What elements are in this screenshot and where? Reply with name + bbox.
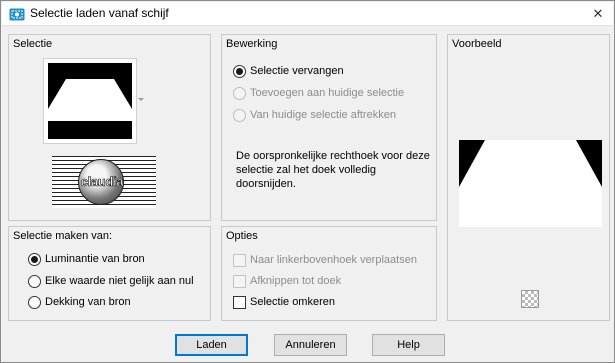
group-bewerking: Bewerking Selectie vervangen Toevoegen a… bbox=[221, 34, 437, 221]
dialog-window: Selectie laden vanaf schijf ✕ Selectie c… bbox=[0, 0, 615, 363]
checkbox[interactable] bbox=[233, 274, 246, 288]
checkbox-selectie-omkeren[interactable]: Selectie omkeren bbox=[233, 294, 335, 310]
radio-luminantie[interactable]: Luminantie van bron bbox=[28, 251, 145, 267]
checkbox-label: Afknippen tot doek bbox=[250, 275, 342, 287]
radio-button[interactable] bbox=[28, 252, 41, 266]
radio-label: Luminantie van bron bbox=[45, 253, 145, 265]
checkbox[interactable] bbox=[233, 295, 246, 309]
radio-button[interactable] bbox=[233, 108, 246, 122]
help-button[interactable]: Help bbox=[372, 334, 445, 356]
group-title-selectie: Selectie bbox=[13, 38, 53, 50]
group-title-maken-van: Selectie maken van: bbox=[13, 230, 113, 242]
preview-canvas bbox=[459, 140, 602, 227]
operation-description: De oorspronkelijke rechthoek voor deze s… bbox=[236, 150, 430, 190]
preview-shape bbox=[459, 140, 602, 187]
radio-button[interactable] bbox=[28, 274, 41, 288]
group-title-voorbeeld: Voorbeeld bbox=[452, 38, 502, 50]
load-button[interactable]: Laden bbox=[175, 334, 248, 356]
group-opties: Opties Naar linkerbovenhoek verplaatsen … bbox=[221, 226, 437, 321]
radio-label: Elke waarde niet gelijk aan nul bbox=[45, 275, 194, 287]
selection-preview-shape bbox=[48, 63, 132, 139]
radio-label: Selectie vervangen bbox=[250, 65, 344, 77]
radio-label: Toevoegen aan huidige selectie bbox=[250, 87, 405, 99]
radio-label: Dekking van bron bbox=[45, 296, 131, 308]
checkbox-afknippen[interactable]: Afknippen tot doek bbox=[233, 273, 341, 289]
group-selectie: Selectie claudia bbox=[8, 34, 211, 221]
radio-aftrekken[interactable]: Van huidige selectie aftrekken bbox=[233, 107, 396, 123]
radio-toevoegen[interactable]: Toevoegen aan huidige selectie bbox=[233, 85, 404, 101]
group-voorbeeld: Voorbeeld bbox=[447, 34, 610, 321]
claudia-logo-image: claudia bbox=[52, 156, 156, 208]
radio-button[interactable] bbox=[233, 64, 246, 78]
logo-circle: claudia bbox=[78, 159, 124, 205]
radio-dekking[interactable]: Dekking van bron bbox=[28, 294, 131, 310]
checkbox[interactable] bbox=[233, 253, 246, 267]
radio-elke-waarde[interactable]: Elke waarde niet gelijk aan nul bbox=[28, 273, 194, 289]
radio-button[interactable] bbox=[233, 86, 246, 100]
radio-label: Van huidige selectie aftrekken bbox=[250, 109, 396, 121]
radio-button[interactable] bbox=[28, 295, 41, 309]
cancel-button[interactable]: Annuleren bbox=[274, 334, 347, 356]
checker-icon[interactable] bbox=[521, 290, 539, 308]
group-selectie-maken-van: Selectie maken van: Luminantie van bron … bbox=[8, 226, 211, 321]
selection-thumbnail[interactable] bbox=[43, 58, 137, 144]
close-button[interactable]: ✕ bbox=[589, 6, 607, 22]
checkbox-label: Naar linkerbovenhoek verplaatsen bbox=[250, 254, 417, 266]
selection-load-icon bbox=[9, 8, 25, 21]
checkbox-linkerbovenhoek[interactable]: Naar linkerbovenhoek verplaatsen bbox=[233, 252, 417, 268]
checkbox-label: Selectie omkeren bbox=[250, 296, 335, 308]
radio-selectie-vervangen[interactable]: Selectie vervangen bbox=[233, 63, 344, 79]
dropdown-arrow-icon[interactable] bbox=[138, 98, 144, 101]
title-bar[interactable]: Selectie laden vanaf schijf ✕ bbox=[2, 2, 613, 26]
group-title-bewerking: Bewerking bbox=[226, 38, 278, 50]
logo-text: claudia bbox=[80, 174, 124, 190]
group-title-opties: Opties bbox=[226, 230, 258, 242]
window-title: Selectie laden vanaf schijf bbox=[30, 6, 169, 20]
